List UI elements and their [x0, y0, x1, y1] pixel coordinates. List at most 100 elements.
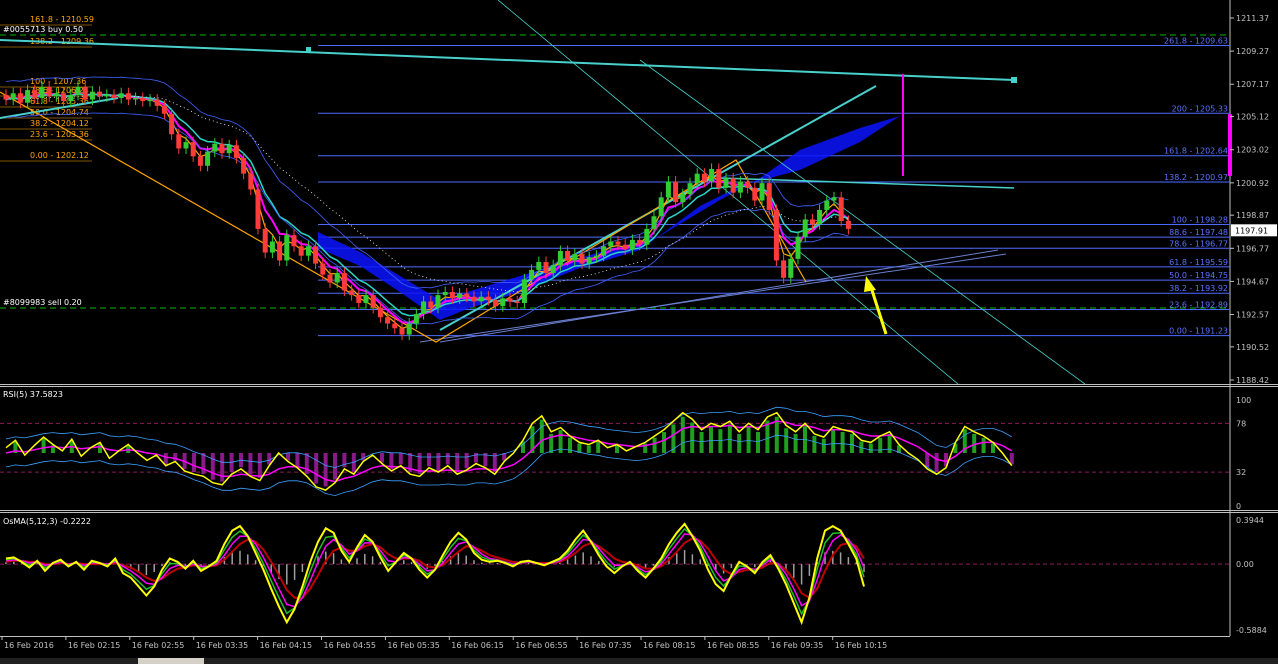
time-tick-label: 16 Feb 09:35: [771, 641, 823, 650]
bottom-strip: [0, 658, 1278, 664]
candle-body: [521, 279, 527, 304]
buy-order-label: #0055713 buy 0.50: [3, 25, 83, 34]
price-tick-label: 1196.77: [1236, 244, 1269, 253]
candle-body: [219, 143, 225, 154]
rsi-hist-bar: [878, 437, 883, 453]
candle-body: [709, 168, 715, 182]
candle-body: [212, 143, 218, 152]
candle-body: [248, 173, 254, 190]
candle-body: [356, 295, 362, 304]
price-tick-label: 1209.27: [1236, 47, 1269, 56]
rsi-hist-bar: [257, 453, 262, 478]
chart-tab[interactable]: [138, 658, 204, 664]
candle-body: [313, 246, 319, 264]
time-tick-label: 16 Feb 07:35: [579, 641, 631, 650]
rsi-hist-bar: [709, 426, 713, 453]
trading-chart[interactable]: 261.8 - 1209.63 200 - 1205.33 161.8 - 1202…: [0, 0, 1278, 664]
candle-body: [169, 113, 175, 135]
candle-body: [615, 241, 621, 245]
candle-body: [687, 183, 693, 195]
candle-body: [557, 250, 563, 266]
rsi-hist-bar: [201, 453, 206, 474]
candle-body: [831, 197, 837, 201]
candle-body: [154, 99, 160, 106]
fib-label: 100 - 1198.28: [1172, 215, 1228, 224]
candle-body: [637, 239, 643, 245]
candle-body: [644, 228, 650, 245]
candle-body: [291, 235, 297, 247]
rsi-hist-bar: [455, 453, 460, 473]
candle-body: [802, 219, 808, 237]
candle-body: [658, 197, 664, 217]
rsi-hist-bar: [163, 453, 168, 465]
rsi-tick-label: 32: [1236, 468, 1246, 477]
candle-body: [10, 93, 16, 100]
candle-body: [809, 219, 815, 225]
rsi-hist-bar: [586, 445, 591, 453]
candle-body: [701, 173, 707, 182]
time-tick-label: 16 Feb 04:15: [260, 641, 312, 650]
sell-order-label: #8099983 sell 0.20: [3, 298, 82, 307]
fib-label: 50.0 - 1194.75: [1169, 271, 1228, 280]
rsi-hist-bar: [727, 424, 732, 453]
rsi-hist-bar: [784, 428, 789, 453]
candle-body: [284, 235, 290, 261]
candle-body: [341, 273, 347, 291]
time-tick-label: 16 Feb 03:35: [196, 641, 248, 650]
candle-body: [39, 86, 45, 98]
candle-body: [377, 307, 383, 318]
time-tick-label: 16 Feb 02:55: [132, 641, 184, 650]
current-price-label: 1197.91: [1235, 226, 1268, 235]
rsi-tick-label: 78: [1236, 419, 1246, 428]
rsi-hist-bar: [361, 453, 366, 461]
rsi-hist-bar: [539, 419, 544, 453]
rsi-hist-bar: [295, 453, 300, 467]
candle-body: [665, 181, 671, 198]
candle-body: [752, 187, 758, 201]
left-fib-label: 0.00 - 1202.12: [30, 151, 89, 160]
candle-body: [478, 296, 484, 302]
rsi-hist-bar: [464, 453, 469, 469]
rsi-hist-bar: [333, 453, 337, 480]
candle-body: [53, 93, 59, 97]
rsi-hist-bar: [868, 443, 873, 453]
left-fib-label: 161.8 - 1210.59: [30, 15, 94, 24]
candle-body: [349, 290, 355, 296]
candle-body: [529, 269, 535, 280]
candle-body: [593, 255, 599, 258]
rsi-hist-bar: [850, 433, 854, 453]
candle-body: [176, 134, 182, 149]
rsi-hist-bar: [314, 453, 319, 484]
price-tick-label: 1205.12: [1236, 113, 1269, 122]
candle-body: [17, 93, 23, 103]
candle-body: [241, 157, 247, 174]
rsi-hist-bar: [981, 437, 986, 453]
rsi-hist-bar: [934, 453, 939, 473]
candle-body: [25, 90, 31, 103]
candle: [255, 183, 261, 235]
price-tick-label: 1207.17: [1236, 80, 1269, 89]
time-tick-label: 16 Feb 02:15: [68, 641, 120, 650]
fib-label: 23.6 - 1192.89: [1169, 300, 1228, 309]
candle-body: [536, 262, 542, 270]
candle-body: [305, 246, 311, 256]
osma-tick-label: 0.3944: [1236, 516, 1264, 525]
left-fib-label: 50.0 - 1204.74: [30, 108, 89, 117]
fib-label: 161.8 - 1202.64: [1164, 147, 1228, 156]
candle-body: [118, 93, 124, 98]
rsi-tick-label: 0: [1236, 502, 1241, 511]
rsi-hist-bar: [323, 453, 328, 487]
candle-body: [334, 273, 340, 283]
price-tick-label: 1192.57: [1236, 311, 1269, 320]
candle-body: [363, 295, 369, 304]
candle-body: [32, 90, 38, 98]
fib-label: 261.8 - 1209.63: [1164, 36, 1228, 45]
candle-body: [104, 94, 110, 97]
candle-body: [262, 228, 268, 253]
candle-body: [3, 94, 9, 100]
fib-label: 200 - 1205.33: [1172, 104, 1228, 113]
candle-body: [269, 241, 275, 253]
candle-body: [845, 221, 851, 229]
price-tick-label: 1198.87: [1236, 211, 1269, 220]
candle-body: [773, 209, 779, 261]
